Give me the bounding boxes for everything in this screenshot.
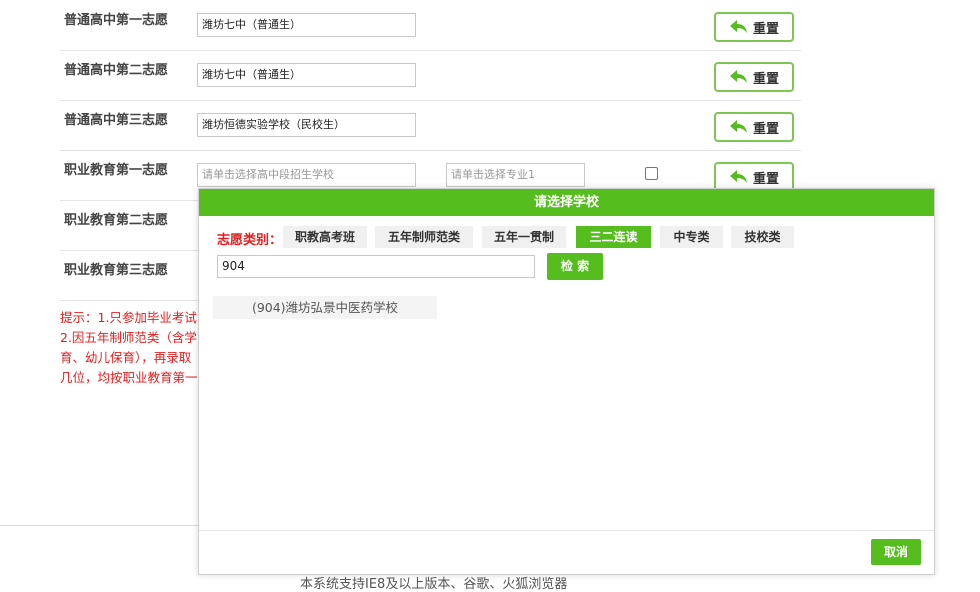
undo-arrow-icon xyxy=(729,20,747,33)
reset-button[interactable]: 重置 xyxy=(714,62,794,92)
tip-line: 几位，均按职业教育第一 xyxy=(60,370,198,385)
tab-five-year-normal[interactable]: 五年制师范类 xyxy=(375,226,473,248)
category-label: 志愿类别： xyxy=(217,233,283,248)
reset-label: 重置 xyxy=(752,171,779,187)
form-row-general-1: 普通高中第一志愿 潍坊七中（普通生） 重置 xyxy=(60,0,801,51)
undo-arrow-icon xyxy=(729,120,747,133)
row-label: 普通高中第一志愿 xyxy=(64,13,169,28)
reset-button[interactable]: 重置 xyxy=(714,12,794,42)
dialog-title: 请选择学校 xyxy=(199,189,934,216)
tab-secondary-vocational[interactable]: 中专类 xyxy=(660,226,723,248)
result-item[interactable]: (904)潍坊弘景中医药学校 xyxy=(213,296,437,319)
major-select-input[interactable]: 请单击选择专业1 xyxy=(446,163,585,187)
browser-support-note: 本系统支持IE8及以上版本、谷歌、火狐浏览器 xyxy=(300,577,568,592)
tab-five-year-integrated[interactable]: 五年一贯制 xyxy=(482,226,566,248)
tip-line: 育、幼儿保育），再录取 xyxy=(60,350,192,365)
tab-technical-school[interactable]: 技校类 xyxy=(731,226,794,248)
row-label: 职业教育第一志愿 xyxy=(64,163,169,178)
tab-three-two-program[interactable]: 三二连读 xyxy=(576,226,651,248)
undo-arrow-icon xyxy=(729,170,747,183)
school-input[interactable]: 潍坊七中（普通生） xyxy=(197,13,416,37)
form-row-general-2: 普通高中第二志愿 潍坊七中（普通生） 重置 xyxy=(60,50,801,101)
school-input[interactable]: 潍坊七中（普通生） xyxy=(197,63,416,87)
search-button[interactable]: 检 索 xyxy=(547,253,603,280)
reset-label: 重置 xyxy=(752,71,779,87)
cancel-button[interactable]: 取消 xyxy=(871,539,921,565)
undo-arrow-icon xyxy=(729,70,747,83)
row-label: 职业教育第三志愿 xyxy=(64,263,169,278)
school-input[interactable]: 潍坊恒德实验学校（民校生） xyxy=(197,113,416,137)
row-label: 职业教育第二志愿 xyxy=(64,213,169,228)
checkbox[interactable] xyxy=(645,167,658,180)
tip-line: 2.因五年制师范类（含学 xyxy=(60,330,197,345)
select-school-dialog: 请选择学校 志愿类别： 职教高考班 五年制师范类 五年一贯制 三二连读 中专类 … xyxy=(198,188,935,575)
divider xyxy=(0,525,200,526)
search-input[interactable]: 904 xyxy=(217,255,535,278)
school-select-input[interactable]: 请单击选择高中段招生学校 xyxy=(197,163,416,187)
tips-text: 提示：1.只参加毕业考试 2.因五年制师范类（含学 育、幼儿保育），再录取 几位… xyxy=(60,308,199,388)
dialog-footer-divider xyxy=(199,530,934,531)
reset-label: 重置 xyxy=(752,121,779,137)
row-label: 普通高中第三志愿 xyxy=(64,113,169,128)
reset-button[interactable]: 重置 xyxy=(714,112,794,142)
tip-line: 提示：1.只参加毕业考试 xyxy=(60,310,197,325)
tab-vocational-exam-class[interactable]: 职教高考班 xyxy=(283,226,367,248)
reset-label: 重置 xyxy=(752,21,779,37)
form-row-general-3: 普通高中第三志愿 潍坊恒德实验学校（民校生） 重置 xyxy=(60,100,801,151)
row-label: 普通高中第二志愿 xyxy=(64,63,169,78)
